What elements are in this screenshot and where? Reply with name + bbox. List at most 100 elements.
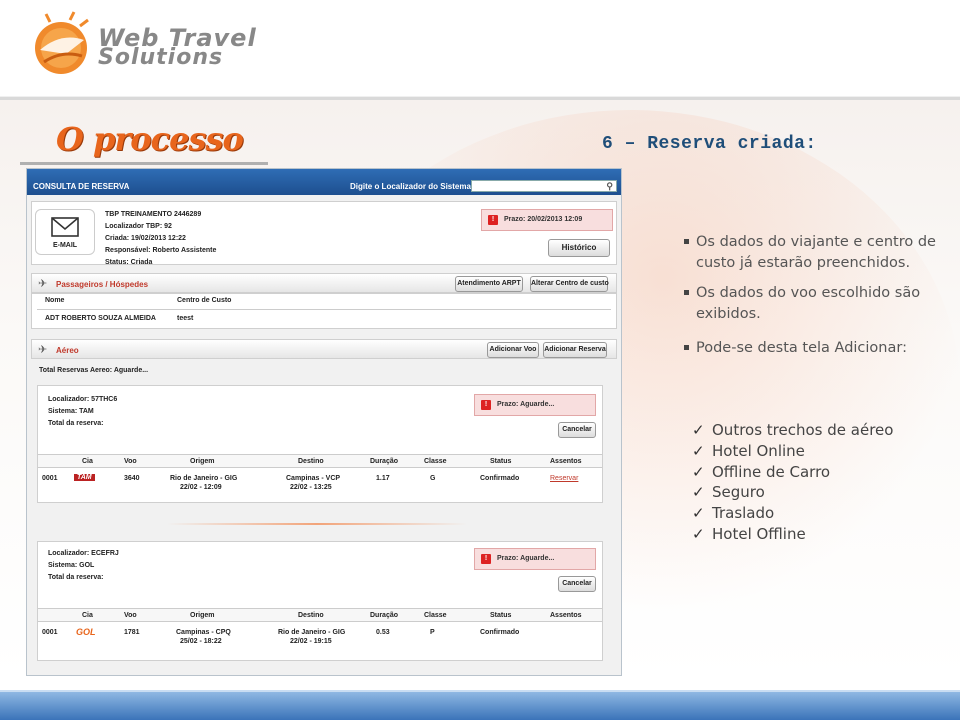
list-item: ✓ Hotel Offline — [692, 524, 893, 545]
col-voo: Voo — [124, 458, 137, 465]
gol-logo: GOL — [76, 627, 96, 637]
list-item: ✓ Seguro — [692, 482, 893, 503]
email-label: E-MAIL — [52, 242, 78, 249]
row-number: 0001 — [42, 475, 58, 482]
option-text: Outros trechos de aéreo — [712, 421, 894, 439]
booking-2-cancel-button[interactable]: Cancelar — [558, 576, 596, 592]
col-status: Status — [490, 458, 512, 465]
fare-class: P — [430, 629, 435, 636]
bullet-item: Os dados do voo escolhido são exibidos. — [682, 283, 954, 324]
option-text: Offline de Carro — [712, 462, 831, 481]
agency-line: TBP TREINAMENTO 2446289 — [105, 211, 202, 218]
arpt-service-button[interactable]: Atendimento ARPT — [455, 276, 523, 292]
duration: 0.53 — [376, 629, 390, 636]
airplane-icon: ✈ — [38, 344, 48, 356]
booking-2-table-header: Cia Voo Origem Destino Duração Classe St… — [38, 608, 602, 622]
bullet-text: Pode-se desta tela Adicionar: — [696, 340, 907, 356]
booking-1-locator: Localizador: 57THC6 — [48, 396, 118, 403]
deadline-alert: ! Prazo: 20/02/2013 12:09 — [481, 209, 613, 231]
booking-2-locator: Localizador: ECEFRJ — [48, 550, 119, 557]
col-destino: Destino — [298, 612, 324, 619]
change-cost-center-button[interactable]: Alterar Centro de custo — [530, 276, 609, 292]
bullet-square-icon — [684, 345, 689, 350]
tbp-locator-line: Localizador TBP: 92 — [105, 223, 172, 230]
booking-2-total: Total da reserva: — [48, 574, 104, 581]
reservation-topbar: CONSULTA DE RESERVA Digite o Localizador… — [27, 169, 621, 195]
col-origem: Origem — [190, 458, 215, 465]
booking-1-system: Sistema: TAM — [48, 408, 94, 415]
reserve-seat-link[interactable]: Reservar — [550, 475, 578, 482]
passengers-table — [31, 293, 617, 329]
tam-logo: TAM — [74, 474, 95, 481]
topbar-title: CONSULTA DE RESERVA — [33, 182, 130, 191]
origin-time: 22/02 - 12:09 — [180, 484, 222, 491]
duration: 1.17 — [376, 475, 390, 482]
list-item: ✓ Offline de Carro — [692, 462, 893, 483]
bullet-square-icon — [684, 290, 689, 295]
slide-title: O processo — [56, 120, 244, 158]
checkmark-icon: ✓ — [692, 483, 705, 502]
booking-1-table-header: Cia Voo Origem Destino Duração Classe St… — [38, 454, 602, 468]
add-reservation-button[interactable]: Adicionar Reserva — [543, 342, 607, 358]
bullet-item: Pode-se desta tela Adicionar: — [682, 338, 954, 359]
air-title: Aéreo — [56, 346, 79, 355]
passenger-cost-center: teest — [177, 315, 194, 322]
company-logo: Web Travel Solutions — [22, 8, 302, 86]
checkmark-icon: ✓ — [692, 441, 705, 460]
col-classe: Classe — [424, 612, 447, 619]
email-button[interactable]: E-MAIL — [35, 209, 95, 255]
fare-class: G — [430, 475, 436, 482]
booking-status: Confirmado — [480, 629, 520, 636]
passenger-luggage-icon: ✈ — [38, 278, 48, 290]
booking-1-alert-icon: ! — [481, 400, 491, 410]
col-destino: Destino — [298, 458, 324, 465]
col-centro-custo: Centro de Custo — [177, 297, 232, 304]
col-duracao: Duração — [370, 458, 399, 465]
col-status: Status — [490, 612, 512, 619]
col-cia: Cia — [82, 458, 93, 465]
option-text: Seguro — [712, 483, 765, 502]
passenger-name: ADT ROBERTO SOUZA ALMEIDA — [45, 315, 156, 322]
origin-time: 25/02 - 18:22 — [180, 638, 222, 645]
add-options-list: ✓ Outros trechos de aéreo ✓ Hotel Online ✓… — [692, 420, 893, 545]
booking-1-deadline-text: Prazo: Aguarde... — [497, 401, 555, 408]
destination: Rio de Janeiro - GIG — [278, 629, 346, 636]
destination: Campinas - VCP — [286, 475, 341, 482]
passengers-title: Passageiros / Hóspedes — [56, 280, 149, 289]
responsible-line: Responsável: Roberto Assistente — [105, 247, 217, 254]
option-text: Hotel Online — [712, 441, 805, 460]
search-icon[interactable]: ⚲ — [606, 181, 613, 192]
checkmark-icon: ✓ — [692, 421, 705, 439]
checkmark-icon: ✓ — [692, 462, 705, 481]
list-item: ✓ Hotel Online — [692, 441, 893, 462]
booking-card-1: Localizador: 57THC6 Sistema: TAM Total d… — [37, 385, 603, 503]
logo-wordmark: Web Travel Solutions — [98, 26, 257, 69]
origin: Campinas - CPQ — [176, 629, 231, 636]
sun-logo-icon — [35, 11, 89, 74]
flight-number: 1781 — [124, 629, 140, 636]
add-flight-button[interactable]: Adicionar Voo — [487, 342, 539, 358]
booking-2-system: Sistema: GOL — [48, 562, 95, 569]
col-assentos: Assentos — [550, 458, 582, 465]
col-assentos: Assentos — [550, 612, 582, 619]
air-total-label: Total Reservas Aereo: Aguarde... — [39, 367, 149, 374]
passengers-divider — [37, 309, 611, 310]
booking-1-cancel-button[interactable]: Cancelar — [558, 422, 596, 438]
col-origem: Origem — [190, 612, 215, 619]
col-voo: Voo — [124, 612, 137, 619]
table-row: 0001 TAM 3640 Rio de Janeiro - GIG 22/02… — [38, 472, 602, 498]
row-number: 0001 — [42, 629, 58, 636]
bullet-text: Os dados do voo escolhido são exibidos. — [696, 285, 921, 322]
envelope-icon — [51, 217, 79, 237]
title-underline — [20, 162, 268, 165]
deadline-text: Prazo: 20/02/2013 12:09 — [504, 216, 583, 223]
booking-separator — [167, 523, 467, 525]
bullet-text: Os dados do viajante e centro de custo j… — [696, 234, 936, 271]
destination-time: 22/02 - 13:25 — [290, 484, 332, 491]
col-duracao: Duração — [370, 612, 399, 619]
flight-number: 3640 — [124, 475, 140, 482]
origin: Rio de Janeiro - GIG — [170, 475, 238, 482]
col-classe: Classe — [424, 458, 447, 465]
history-button[interactable]: Histórico — [548, 239, 610, 257]
locator-search-input[interactable]: ⚲ — [471, 180, 617, 192]
